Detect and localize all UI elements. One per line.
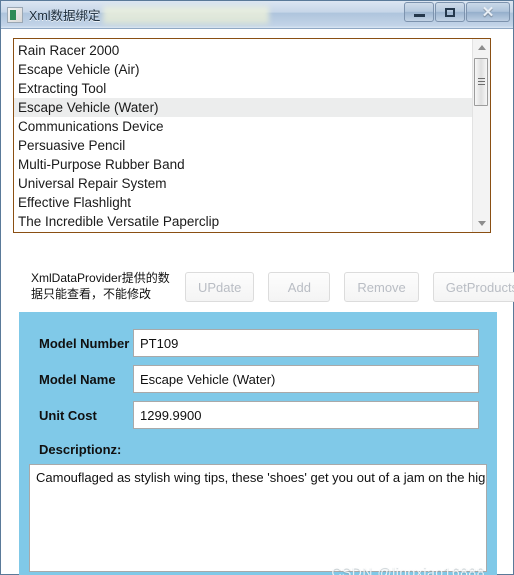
scrollbar-thumb[interactable] xyxy=(474,58,488,106)
list-item[interactable]: Rain Racer 2000 xyxy=(14,41,472,60)
model-name-input[interactable]: Escape Vehicle (Water) xyxy=(133,365,479,393)
window-title: Xml数据绑定 xyxy=(29,9,101,23)
list-item[interactable]: Persuasive Pencil xyxy=(14,136,472,155)
product-listbox[interactable]: Rain Racer 2000 Escape Vehicle (Air) Ext… xyxy=(13,38,491,233)
list-item[interactable]: Effective Flashlight xyxy=(14,193,472,212)
unit-cost-row: Unit Cost 1299.9900 xyxy=(39,400,479,430)
unit-cost-input[interactable]: 1299.9900 xyxy=(133,401,479,429)
title-bar[interactable]: Xml数据绑定 ✕ xyxy=(1,1,513,29)
model-name-row: Model Name Escape Vehicle (Water) xyxy=(39,364,479,394)
description-textarea[interactable]: Camouflaged as stylish wing tips, these … xyxy=(29,464,487,572)
list-item[interactable]: Toaster Boat xyxy=(14,231,472,232)
list-item[interactable]: Extracting Tool xyxy=(14,79,472,98)
close-icon: ✕ xyxy=(481,3,495,21)
minimize-button[interactable] xyxy=(404,2,434,22)
application-window: Xml数据绑定 ✕ Rain Racer 2000 Escape Vehicle… xyxy=(0,0,514,575)
list-item-selected[interactable]: Escape Vehicle (Water) xyxy=(14,98,472,117)
maximize-button[interactable] xyxy=(435,2,465,22)
client-area: Rain Racer 2000 Escape Vehicle (Air) Ext… xyxy=(1,29,514,575)
action-button-row: UPdate Add Remove GetProducts xyxy=(185,272,514,302)
list-item[interactable]: The Incredible Versatile Paperclip xyxy=(14,212,472,231)
list-item[interactable]: Escape Vehicle (Air) xyxy=(14,60,472,79)
remove-button[interactable]: Remove xyxy=(344,272,419,302)
model-number-input[interactable]: PT109 xyxy=(133,329,479,357)
model-name-label: Model Name xyxy=(39,371,116,387)
redacted-title-band xyxy=(102,5,269,24)
product-list-items: Rain Racer 2000 Escape Vehicle (Air) Ext… xyxy=(14,39,472,232)
update-button[interactable]: UPdate xyxy=(185,272,255,302)
list-item[interactable]: Multi-Purpose Rubber Band xyxy=(14,155,472,174)
readonly-hint-label: XmlDataProvider提供的数据只能查看，不能修改 xyxy=(31,271,170,301)
description-label: Descriptionz: xyxy=(39,442,122,457)
maximize-icon xyxy=(445,7,455,17)
window-controls: ✕ xyxy=(404,2,510,22)
list-scrollbar[interactable] xyxy=(472,39,490,232)
scroll-down-icon[interactable] xyxy=(473,215,490,232)
minimize-icon xyxy=(413,13,425,17)
scroll-up-icon[interactable] xyxy=(473,39,490,56)
add-button[interactable]: Add xyxy=(268,272,331,302)
get-products-button[interactable]: GetProducts xyxy=(432,272,514,302)
list-item[interactable]: Universal Repair System xyxy=(14,174,472,193)
app-icon xyxy=(7,6,23,23)
model-number-row: Model Number PT109 xyxy=(39,328,479,358)
model-number-label: Model Number xyxy=(39,335,130,351)
product-detail-panel: Model Number PT109 Model Name Escape Veh… xyxy=(19,312,497,575)
unit-cost-label: Unit Cost xyxy=(39,407,97,423)
list-item[interactable]: Communications Device xyxy=(14,117,472,136)
close-button[interactable]: ✕ xyxy=(466,2,510,22)
